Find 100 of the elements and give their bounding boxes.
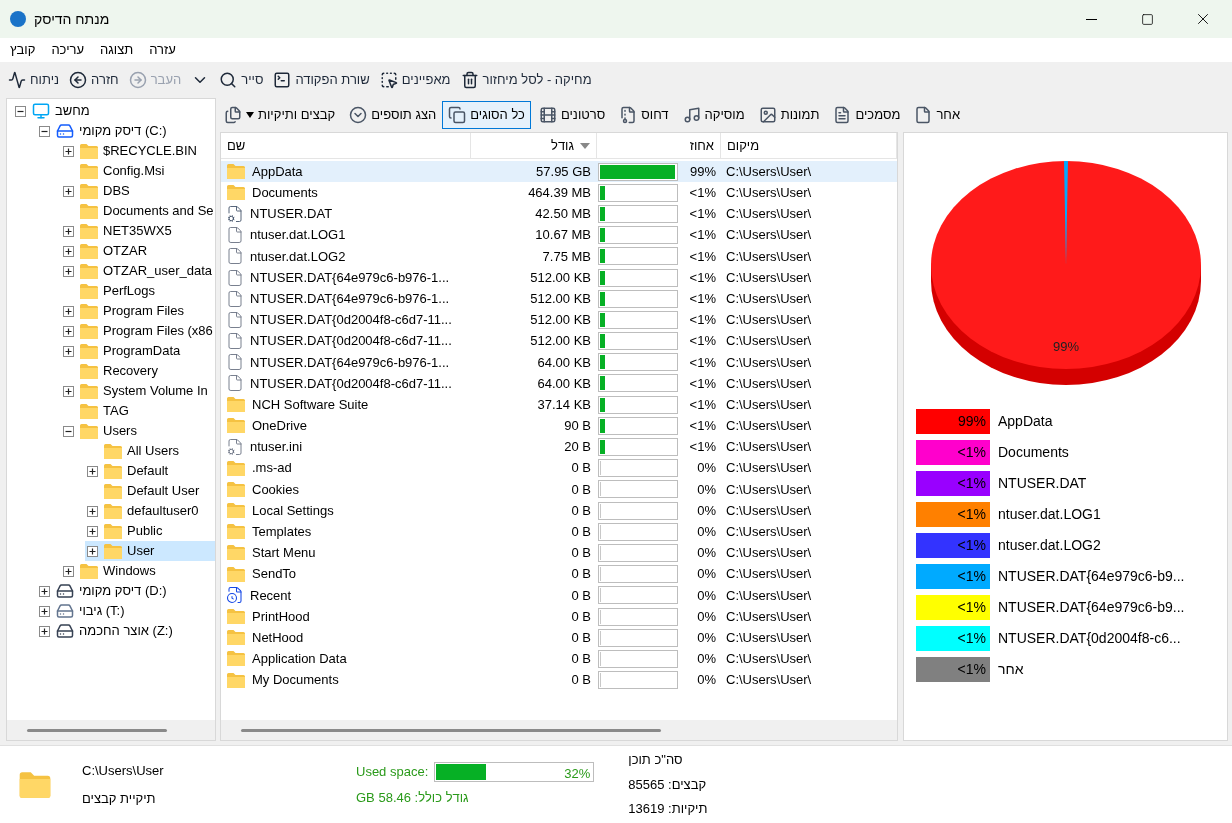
expand-icon[interactable] (62, 565, 74, 577)
tree-item[interactable]: TAG (61, 401, 215, 421)
column-header[interactable]: אחוז (597, 133, 721, 158)
tree-item[interactable]: דיסק מקומי (C:) (37, 121, 215, 141)
table-row[interactable]: NTUSER.DAT{64e979c6-b976-1... 512.00 KB <1% C:\Users\User\ (221, 266, 897, 289)
tree-item[interactable]: All Users (85, 441, 215, 461)
tree-item[interactable]: Default User (85, 481, 215, 501)
tree-item[interactable]: OTZAR (61, 241, 215, 261)
toolbar-button[interactable]: סייר (215, 66, 268, 94)
tree-label: $RECYCLE.BIN (103, 142, 197, 161)
table-row[interactable]: SendTo 0 B 0% C:\Users\User\ (221, 563, 897, 585)
tree-item[interactable]: Program Files (x86 (61, 321, 215, 341)
table-row[interactable]: Documents 464.39 MB <1% C:\Users\User\ (221, 182, 897, 204)
table-row[interactable]: AppData 57.95 GB 99% C:\Users\User\ (221, 161, 897, 183)
view-mode-dropdown[interactable]: קבצים ותיקיות (220, 101, 340, 129)
expand-icon[interactable] (38, 625, 50, 637)
toolbar-button[interactable]: מאפיינים (375, 66, 455, 94)
table-row[interactable]: Start Menu 0 B 0% C:\Users\User\ (221, 542, 897, 564)
tree-item[interactable]: גיבוי (T:) (37, 601, 215, 621)
tree-item[interactable]: defaultuser0 (85, 501, 215, 521)
tree-item[interactable]: Public (85, 521, 215, 541)
expand-icon[interactable] (86, 465, 98, 477)
tree-item[interactable]: ProgramData (61, 341, 215, 361)
filter-tab[interactable]: מסמכים (827, 101, 907, 129)
table-row[interactable]: PrintHood 0 B 0% C:\Users\User\ (221, 605, 897, 628)
tree-item[interactable]: Documents and Se (61, 201, 215, 221)
tree-item[interactable]: OTZAR_user_data (61, 261, 215, 281)
column-header[interactable]: גודל (471, 133, 597, 158)
expand-icon[interactable] (86, 545, 98, 557)
folder-icon (79, 302, 99, 320)
toolbar-button[interactable]: שורת הפקודה (269, 66, 374, 94)
tree-item[interactable]: Config.Msi (61, 161, 215, 181)
table-row[interactable]: NTUSER.DAT{0d2004f8-c6d7-11... 512.00 KB <1% C:\Users\User\ (221, 330, 897, 352)
collapse-icon[interactable] (38, 125, 50, 137)
expand-icon[interactable] (62, 245, 74, 257)
tree-item[interactable]: Default (85, 461, 215, 481)
table-row[interactable]: Cookies 0 B 0% C:\Users\User\ (221, 478, 897, 500)
tree-item[interactable]: מחשב (13, 101, 215, 121)
tree-item[interactable]: אוצר החכמה (Z:) (37, 621, 215, 641)
expand-icon[interactable] (62, 385, 74, 397)
toolbar-button[interactable]: ניתוח (4, 66, 64, 94)
tree-item[interactable]: System Volume In (61, 381, 215, 401)
table-row[interactable]: OneDrive 90 B <1% C:\Users\User\ (221, 415, 897, 437)
tree-item[interactable]: Users (61, 421, 215, 441)
filter-tab[interactable]: כל הסוגים (442, 101, 531, 129)
menu-item[interactable]: עזרה (143, 39, 182, 61)
expand-icon[interactable] (86, 525, 98, 537)
table-row[interactable]: Application Data 0 B 0% C:\Users\User\ (221, 648, 897, 670)
table-row[interactable]: My Documents 0 B 0% C:\Users\User\ (221, 669, 897, 691)
table-row[interactable]: Templates 0 B 0% C:\Users\User\ (221, 521, 897, 543)
table-row[interactable]: NTUSER.DAT{0d2004f8-c6d7-11... 64.00 KB <1% C:\Users\User\ (221, 372, 897, 395)
show-extensions-button[interactable]: הצג תוספים (345, 101, 441, 129)
tree-item[interactable]: Recovery (61, 361, 215, 381)
column-header[interactable]: מיקום (721, 133, 897, 158)
tree-item[interactable]: Windows (61, 561, 215, 581)
filter-tab[interactable]: סרטונים (532, 101, 612, 129)
table-row[interactable]: Local Settings 0 B 0% C:\Users\User\ (221, 500, 897, 522)
table-row[interactable]: NTUSER.DAT{64e979c6-b976-1... 512.00 KB <1% C:\Users\User\ (221, 288, 897, 310)
filter-tab[interactable]: דחוס (613, 101, 675, 129)
menu-item[interactable]: תצוגה (94, 39, 140, 61)
tree-item[interactable]: PerfLogs (61, 281, 215, 301)
table-row[interactable]: NCH Software Suite 37.14 KB <1% C:\Users\User\ (221, 394, 897, 416)
collapse-icon[interactable] (62, 425, 74, 437)
menu-item[interactable]: קובץ (4, 39, 42, 61)
expand-icon[interactable] (62, 325, 74, 337)
tree-item[interactable]: $RECYCLE.BIN (61, 141, 215, 161)
table-row[interactable]: NTUSER.DAT{64e979c6-b976-1... 64.00 KB <1% C:\Users\User\ (221, 351, 897, 373)
filter-tab[interactable]: אחר (908, 101, 967, 129)
tree-item[interactable]: דיסק מקומי (D:) (37, 581, 215, 601)
table-row[interactable]: ntuser.dat.LOG1 10.67 MB <1% C:\Users\User\ (221, 224, 897, 246)
expand-icon[interactable] (62, 265, 74, 277)
table-row[interactable]: Recent 0 B 0% C:\Users\User\ (221, 584, 897, 606)
tree-item[interactable]: User (85, 541, 215, 561)
table-row[interactable]: NetHood 0 B 0% C:\Users\User\ (221, 627, 897, 649)
collapse-icon[interactable] (14, 105, 26, 117)
expand-icon[interactable] (62, 145, 74, 157)
expand-icon[interactable] (62, 345, 74, 357)
expand-icon[interactable] (38, 605, 50, 617)
menu-item[interactable]: עריכה (45, 39, 91, 61)
table-row[interactable]: .ms-ad 0 B 0% C:\Users\User\ (221, 457, 897, 479)
column-header[interactable]: שם (221, 133, 471, 158)
table-row[interactable]: NTUSER.DAT{0d2004f8-c6d7-11... 512.00 KB <1% C:\Users\User\ (221, 309, 897, 331)
tree-item[interactable]: Program Files (61, 301, 215, 321)
filter-tab[interactable]: מוסיקה (676, 101, 751, 129)
scrollbar-thumb[interactable] (241, 728, 661, 732)
toolbar-button[interactable]: חזרה (65, 66, 123, 94)
filter-tab[interactable]: תמונות (752, 101, 826, 129)
table-row[interactable]: ntuser.ini 20 B <1% C:\Users\User\ (221, 436, 897, 458)
expand-icon[interactable] (62, 185, 74, 197)
toolbar-button[interactable]: מחיקה - לסל מיחזור (456, 66, 596, 94)
table-row[interactable]: ntuser.dat.LOG2 7.75 MB <1% C:\Users\User\ (221, 245, 897, 267)
expand-icon[interactable] (86, 505, 98, 517)
expand-icon[interactable] (38, 585, 50, 597)
file-icon (226, 289, 244, 308)
expand-icon[interactable] (62, 305, 74, 317)
table-row[interactable]: NTUSER.DAT 42.50 MB <1% C:\Users\User\ (221, 203, 897, 225)
tree-item[interactable]: DBS (61, 181, 215, 201)
expand-icon[interactable] (62, 225, 74, 237)
tree-item[interactable]: NET35WX5 (61, 221, 215, 241)
scrollbar-thumb[interactable] (27, 728, 167, 732)
